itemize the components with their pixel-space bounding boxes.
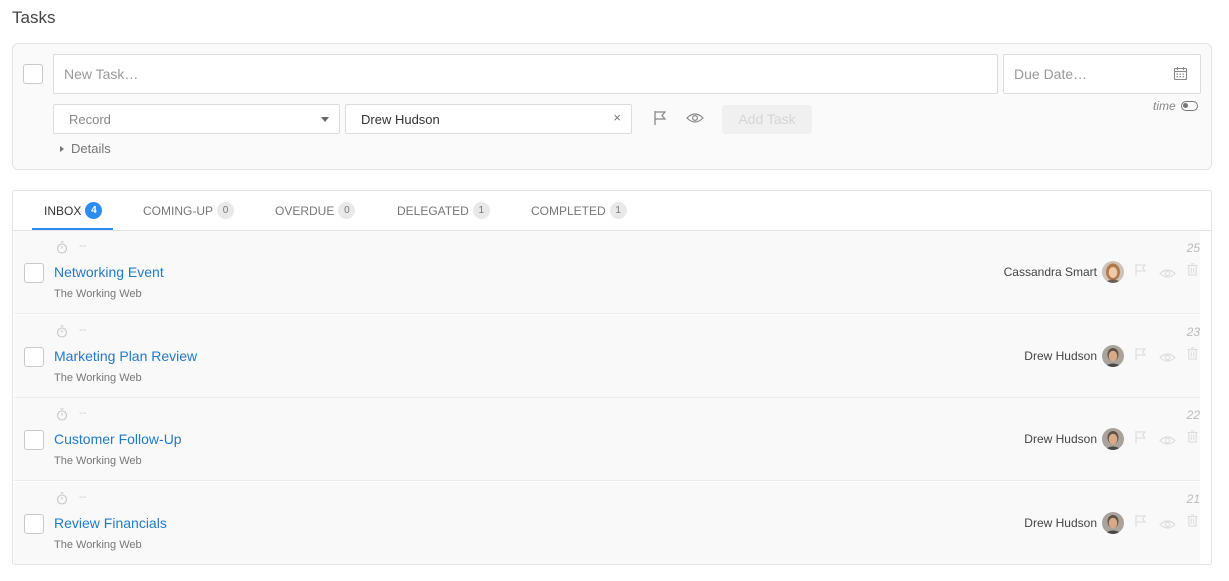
tab-count-badge: 0: [338, 202, 356, 219]
timer-icon[interactable]: [56, 492, 68, 510]
eye-icon[interactable]: [1159, 266, 1176, 284]
task-checkbox[interactable]: [24, 514, 44, 534]
add-task-button[interactable]: Add Task: [722, 105, 812, 134]
timer-icon[interactable]: [56, 408, 68, 426]
flag-icon[interactable]: [1134, 514, 1147, 533]
eye-icon[interactable]: [686, 111, 704, 129]
task-record-label: The Working Web: [54, 455, 142, 467]
due-date-input[interactable]: Due Date…: [1003, 54, 1201, 94]
task-checkbox[interactable]: [24, 430, 44, 450]
clear-icon[interactable]: ×: [613, 110, 621, 125]
trash-icon[interactable]: [1187, 347, 1198, 365]
tab-count-badge: 1: [472, 202, 490, 219]
page-title: Tasks: [12, 8, 56, 27]
task-record-label: The Working Web: [54, 539, 142, 551]
task-record-label: The Working Web: [54, 372, 142, 384]
avatar: [1102, 345, 1124, 367]
time-toggle[interactable]: time: [1153, 99, 1198, 113]
timer-icon[interactable]: [56, 325, 68, 343]
new-task-checkbox[interactable]: [23, 64, 43, 84]
task-row[interactable]: -- Customer Follow-Up The Working Web 22…: [14, 398, 1200, 481]
task-checkbox[interactable]: [24, 263, 44, 283]
caret-right-icon: [60, 145, 64, 152]
task-record-label: The Working Web: [54, 288, 142, 300]
tab-label: OVERDUE: [275, 203, 335, 218]
tasks-panel: INBOX 4 COMING-UP 0 OVERDUE 0 DELEGATED …: [12, 190, 1212, 565]
record-select[interactable]: Record: [53, 104, 340, 134]
tab-coming-up[interactable]: COMING-UP 0: [143, 202, 234, 219]
trash-icon[interactable]: [1187, 430, 1198, 448]
active-tab-indicator: [32, 228, 113, 230]
task-row[interactable]: -- Review Financials The Working Web 21 …: [14, 482, 1200, 564]
eye-icon[interactable]: [1159, 517, 1176, 535]
tab-inbox[interactable]: INBOX 4: [44, 202, 103, 219]
task-checkbox[interactable]: [24, 347, 44, 367]
tab-count-badge: 1: [609, 202, 627, 219]
tab-bar: INBOX 4 COMING-UP 0 OVERDUE 0 DELEGATED …: [13, 191, 1211, 231]
calendar-icon[interactable]: [1173, 66, 1188, 84]
toggle-icon[interactable]: [1180, 101, 1198, 111]
tab-overdue[interactable]: OVERDUE 0: [275, 202, 356, 219]
timer-value: --: [79, 407, 87, 419]
timer-value: --: [79, 324, 87, 336]
task-row[interactable]: -- Marketing Plan Review The Working Web…: [14, 315, 1200, 398]
task-number: 25: [1186, 241, 1200, 255]
assignee-value: Drew Hudson: [361, 112, 440, 127]
details-toggle[interactable]: Details: [60, 141, 111, 156]
flag-icon[interactable]: [653, 110, 667, 131]
timer-value: --: [79, 240, 87, 252]
avatar: [1102, 428, 1124, 450]
avatar: [1102, 261, 1124, 283]
details-label: Details: [71, 141, 111, 156]
task-number: 22: [1186, 408, 1200, 422]
tab-count-badge: 4: [85, 202, 103, 219]
task-title-link[interactable]: Networking Event: [54, 264, 164, 280]
flag-icon[interactable]: [1134, 263, 1147, 282]
tab-completed[interactable]: COMPLETED 1: [531, 202, 627, 219]
tab-label: COMPLETED: [531, 203, 606, 218]
task-title-link[interactable]: Marketing Plan Review: [54, 348, 197, 364]
chevron-down-icon: [321, 117, 329, 122]
task-assignee: Cassandra Smart: [1003, 265, 1097, 279]
tab-label: INBOX: [44, 203, 82, 218]
timer-value: --: [79, 491, 87, 503]
tab-label: COMING-UP: [143, 203, 213, 218]
task-number: 21: [1186, 492, 1200, 506]
new-task-card: New Task… Due Date… Record Drew Hudson ×: [12, 43, 1212, 170]
timer-icon[interactable]: [56, 241, 68, 259]
tab-count-badge: 0: [217, 202, 234, 219]
task-number: 23: [1186, 325, 1200, 339]
time-label: time: [1153, 99, 1176, 113]
assignee-select[interactable]: Drew Hudson ×: [345, 104, 632, 134]
trash-icon[interactable]: [1187, 514, 1198, 532]
avatar: [1102, 512, 1124, 534]
flag-icon[interactable]: [1134, 347, 1147, 366]
task-title-link[interactable]: Review Financials: [54, 515, 167, 531]
trash-icon[interactable]: [1187, 263, 1198, 281]
task-title-link[interactable]: Customer Follow-Up: [54, 431, 182, 447]
flag-icon[interactable]: [1134, 430, 1147, 449]
task-assignee: Drew Hudson: [1024, 349, 1097, 363]
tab-label: DELEGATED: [397, 203, 469, 218]
task-assignee: Drew Hudson: [1024, 432, 1097, 446]
due-date-placeholder: Due Date…: [1014, 66, 1088, 82]
eye-icon[interactable]: [1159, 433, 1176, 451]
new-task-input[interactable]: New Task…: [53, 54, 998, 94]
record-placeholder: Record: [69, 112, 111, 127]
task-assignee: Drew Hudson: [1024, 516, 1097, 530]
tab-delegated[interactable]: DELEGATED 1: [397, 202, 490, 219]
eye-icon[interactable]: [1159, 350, 1176, 368]
task-row[interactable]: -- Networking Event The Working Web 25 C…: [14, 231, 1200, 314]
